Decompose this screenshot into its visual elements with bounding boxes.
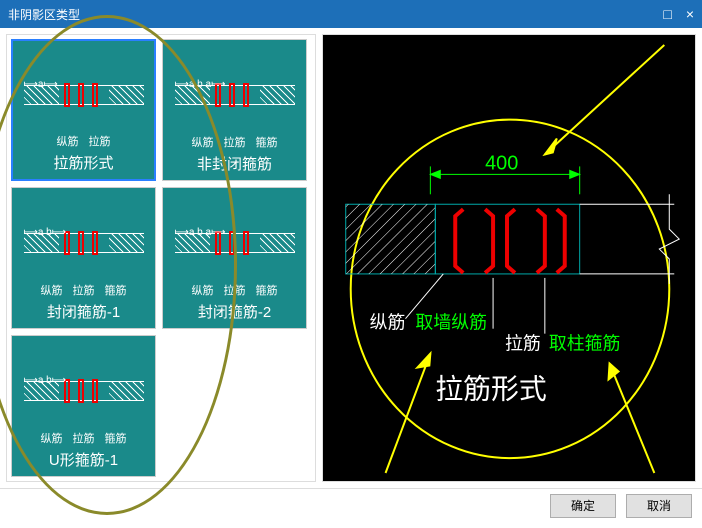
maximize-icon[interactable]: □ bbox=[663, 7, 671, 21]
preview-panel: 400 bbox=[322, 34, 696, 482]
thumb-dim: ⟼a b⟼ bbox=[24, 375, 67, 386]
thumb-dim: ⟼a⟼ bbox=[24, 79, 58, 90]
thumb-dim: ⟼a b a⟼ bbox=[175, 227, 226, 238]
thumb-sublabels: 纵筋拉筋箍筋 bbox=[192, 282, 278, 298]
preview-label-qqzj: 取墙纵筋 bbox=[415, 313, 487, 333]
thumbnail-option[interactable]: ⟼a b⟼ 纵筋拉筋箍筋封闭箍筋-1 bbox=[11, 187, 156, 329]
thumbnail-option[interactable]: ⟼a b⟼ 纵筋拉筋箍筋 U形箍筋-1 bbox=[11, 335, 156, 477]
thumb-dim: ⟼a b a⟼ bbox=[175, 79, 226, 90]
preview-label-zj: 纵筋 bbox=[370, 313, 406, 333]
thumbnail-option[interactable]: ⟼a b a⟼ 纵筋拉筋箍筋非封闭箍筋 bbox=[162, 39, 307, 181]
window-title: 非阴影区类型 bbox=[8, 6, 663, 23]
thumb-sublabels: 纵筋拉筋 bbox=[57, 133, 111, 149]
preview-drawing: 400 bbox=[323, 35, 695, 481]
thumb-label: 封闭箍筋-2 bbox=[198, 301, 271, 322]
preview-label-lj: 拉筋 bbox=[505, 334, 541, 354]
thumb-label: U形箍筋-1 bbox=[49, 449, 118, 470]
dialog-button-bar: 确定 取消 bbox=[0, 488, 702, 522]
thumb-label: 拉筋形式 bbox=[53, 152, 113, 173]
thumbnail-list: ⟼a⟼纵筋拉筋拉筋形式⟼a b a⟼纵筋拉筋箍筋非封闭箍筋⟼a b⟼纵筋拉筋箍筋… bbox=[6, 34, 316, 482]
titlebar: 非阴影区类型 □ × bbox=[0, 0, 702, 28]
preview-dim-value: 400 bbox=[485, 152, 518, 174]
titlebar-buttons: □ × bbox=[663, 7, 694, 21]
thumbnail-option[interactable]: ⟼a⟼ 纵筋拉筋拉筋形式 bbox=[11, 39, 156, 181]
thumb-sublabels: 纵筋拉筋箍筋 bbox=[192, 134, 278, 150]
thumbnail-option[interactable]: ⟼a b a⟼ 纵筋拉筋箍筋封闭箍筋-2 bbox=[162, 187, 307, 329]
preview-label-qzgj: 取柱箍筋 bbox=[549, 334, 621, 354]
close-icon[interactable]: × bbox=[686, 7, 694, 21]
thumb-sublabels: 纵筋拉筋箍筋 bbox=[41, 430, 127, 446]
ok-button[interactable]: 确定 bbox=[550, 494, 616, 518]
thumb-dim: ⟼a b⟼ bbox=[24, 227, 67, 238]
thumb-label: 非封闭箍筋 bbox=[197, 153, 272, 174]
preview-title: 拉筋形式 bbox=[435, 373, 546, 404]
cancel-button[interactable]: 取消 bbox=[626, 494, 692, 518]
thumb-label: 封闭箍筋-1 bbox=[47, 301, 120, 322]
thumb-sublabels: 纵筋拉筋箍筋 bbox=[41, 282, 127, 298]
content-area: ⟼a⟼纵筋拉筋拉筋形式⟼a b a⟼纵筋拉筋箍筋非封闭箍筋⟼a b⟼纵筋拉筋箍筋… bbox=[0, 28, 702, 488]
